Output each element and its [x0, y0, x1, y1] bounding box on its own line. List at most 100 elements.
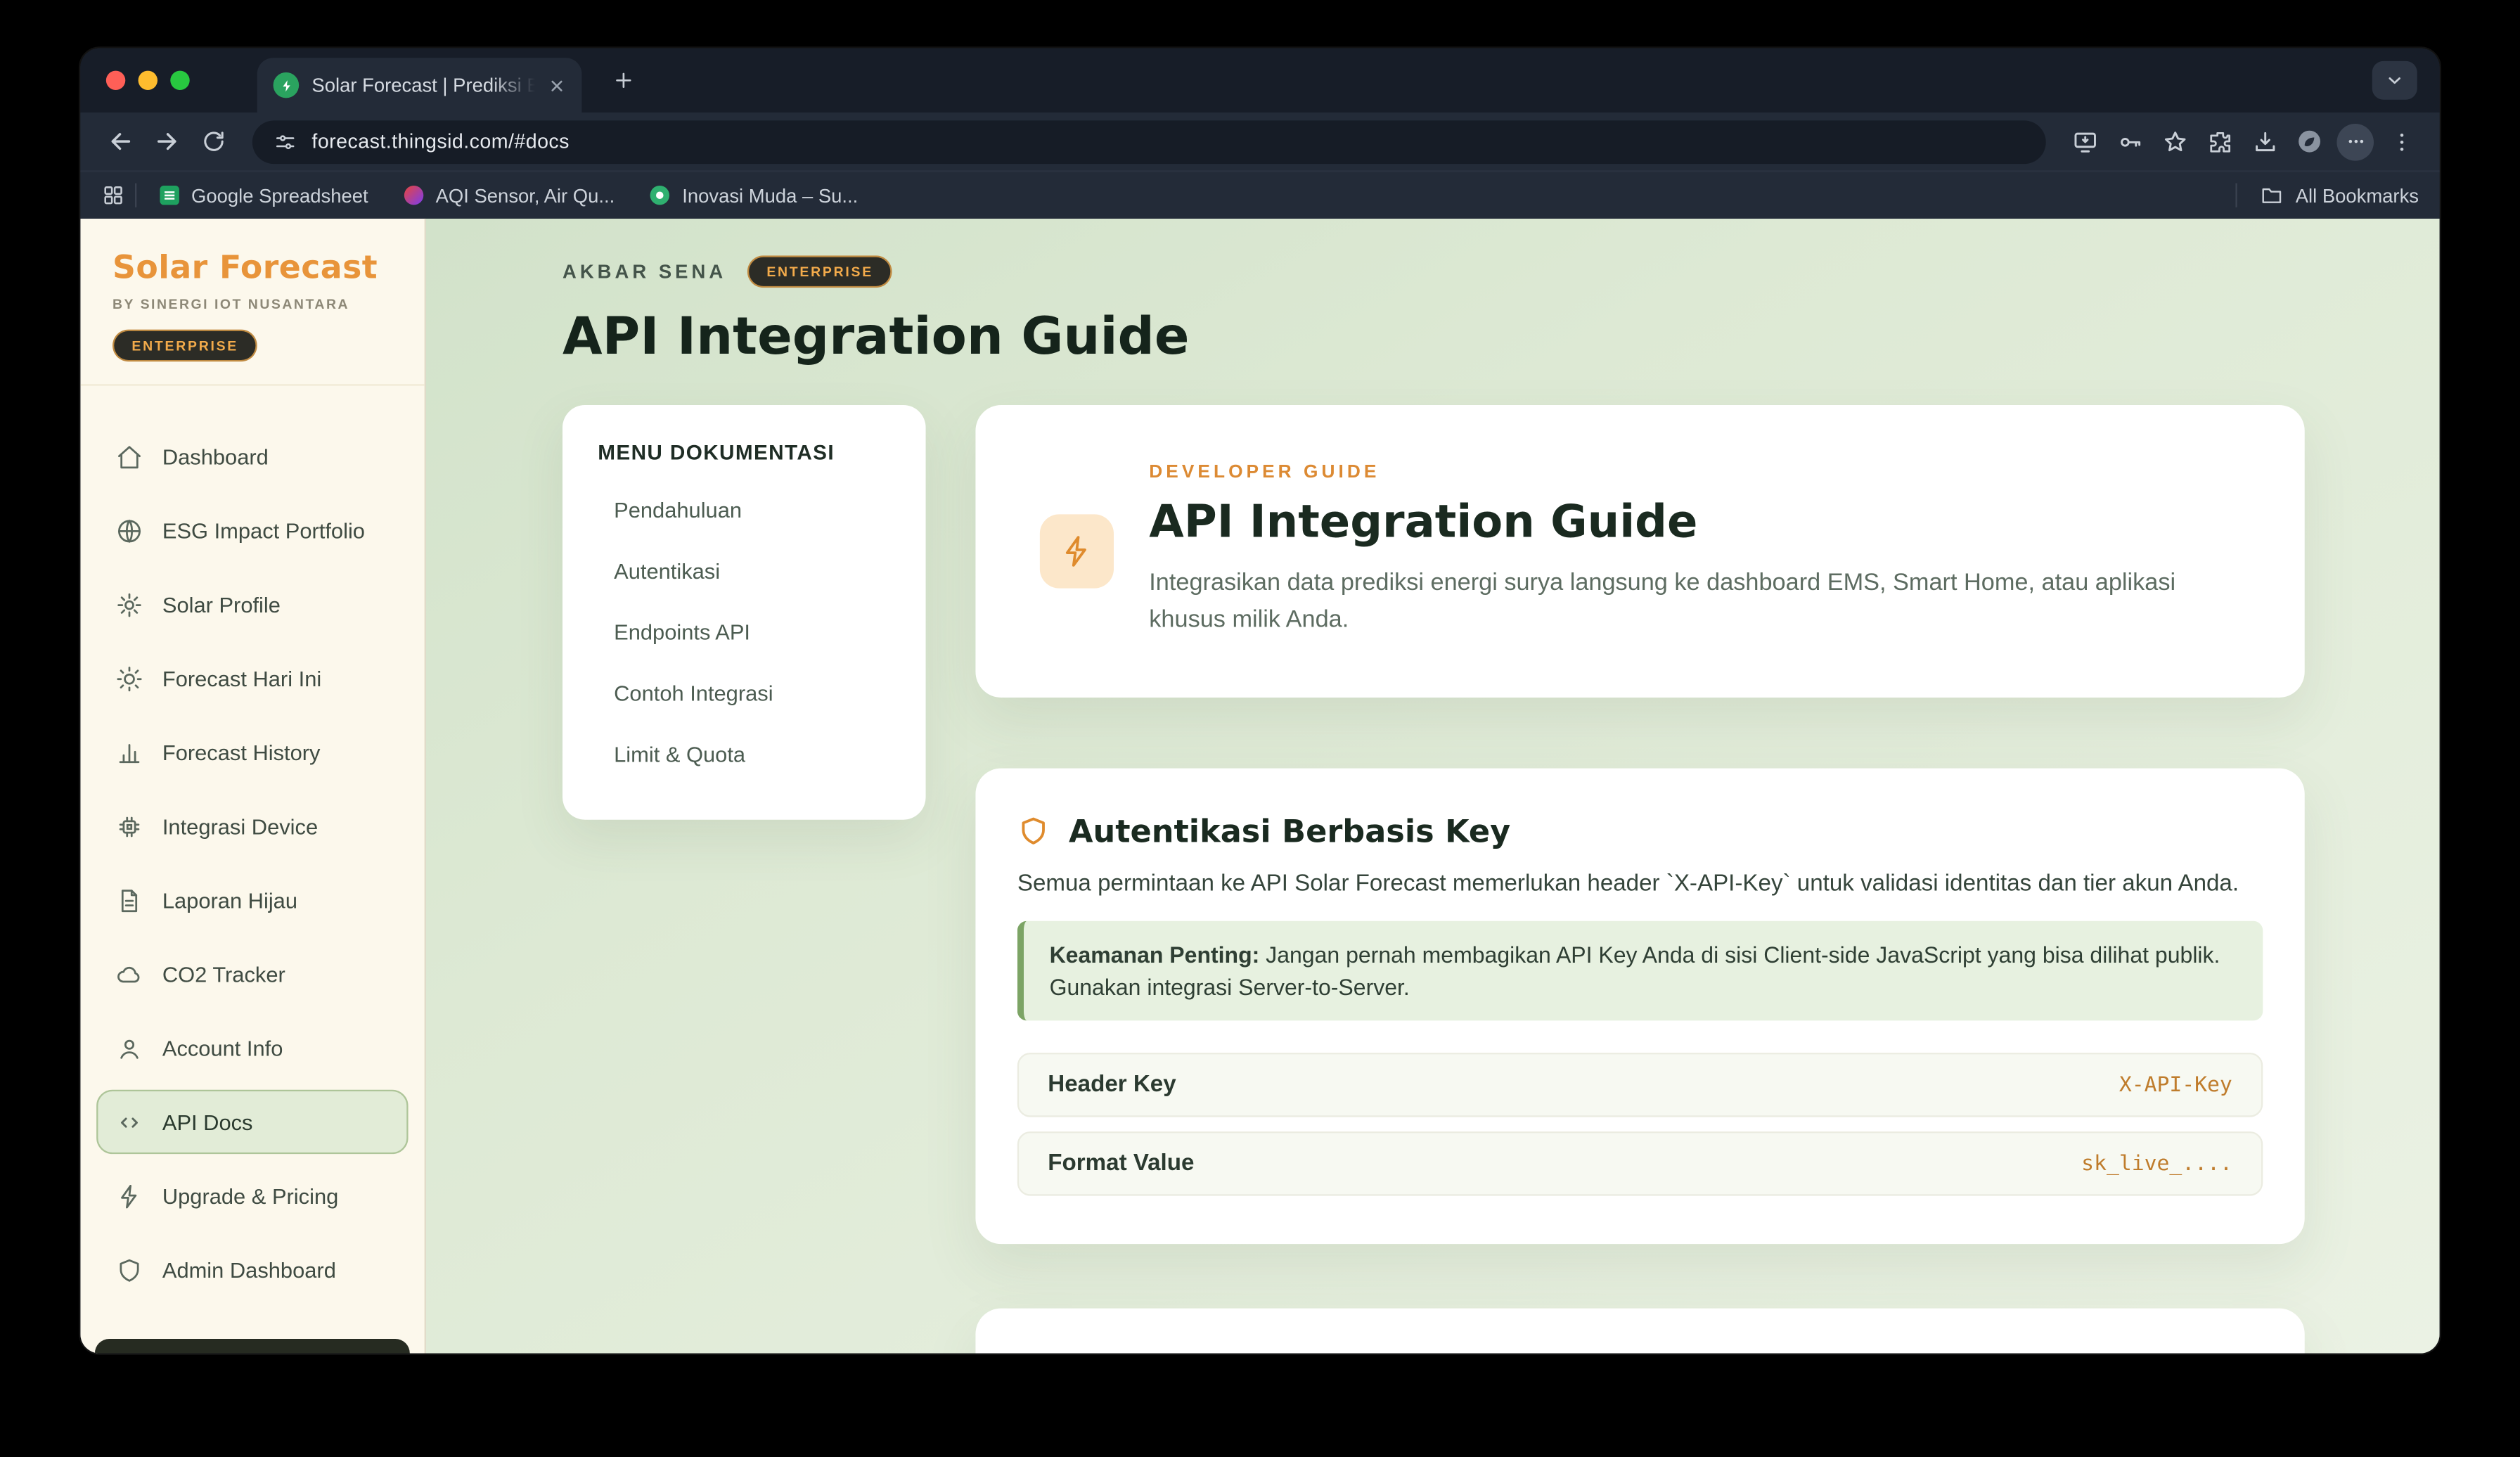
user-icon — [116, 1034, 143, 1062]
cloud-icon — [116, 961, 143, 988]
doc-menu-item-pendahuluan[interactable]: Pendahuluan — [598, 479, 890, 540]
sidebar-item-api-docs[interactable]: API Docs — [96, 1090, 408, 1154]
address-bar[interactable]: forecast.thingsid.com/#docs — [252, 120, 2046, 163]
sidebar-item-forecast-hari-ini[interactable]: Forecast Hari Ini — [96, 646, 408, 710]
sidebar-item-label: Admin Dashboard — [162, 1258, 336, 1282]
tab-search-button[interactable] — [2372, 61, 2417, 100]
install-app-button[interactable] — [2062, 118, 2107, 165]
bookmark-aqi-sensor[interactable]: AQI Sensor, Air Qu... — [404, 184, 615, 207]
page-title: API Integration Guide — [562, 305, 2305, 366]
doc-menu-item-endpoints-api[interactable]: Endpoints API — [598, 601, 890, 662]
browser-tab[interactable]: Solar Forecast | Prediksi Ener — [257, 58, 582, 113]
url-text: forecast.thingsid.com/#docs — [311, 130, 569, 153]
downloads-button[interactable] — [2242, 118, 2287, 165]
tab-favicon — [274, 72, 300, 98]
doc-menu-item-contoh-integrasi[interactable]: Contoh Integrasi — [598, 662, 890, 724]
zoom-window-button[interactable] — [170, 71, 189, 90]
passwords-button[interactable] — [2107, 118, 2152, 165]
bookmark-label: AQI Sensor, Air Qu... — [436, 184, 615, 207]
sidebar-item-co2-tracker[interactable]: CO2 Tracker — [96, 942, 408, 1006]
kebab-menu-icon — [2389, 129, 2413, 153]
lightning-badge — [1040, 514, 1114, 588]
install-monitor-icon — [2071, 128, 2098, 155]
tab-close-button[interactable] — [548, 77, 565, 94]
sidebar-item-label: Forecast Hari Ini — [162, 666, 321, 690]
sidebar-item-label: API Docs — [162, 1110, 253, 1134]
doc-menu-item-autentikasi[interactable]: Autentikasi — [598, 540, 890, 601]
browser-window: Solar Forecast | Prediksi Ener — [80, 49, 2439, 1354]
code-icon — [116, 1108, 143, 1136]
sidebar-item-label: Account Info — [162, 1036, 283, 1060]
docs-menu-card: MENU DOKUMENTASI Pendahuluan Autentikasi… — [562, 405, 926, 820]
sidebar-item-upgrade-pricing[interactable]: Upgrade & Pricing — [96, 1164, 408, 1228]
bookmark-page-button[interactable] — [2152, 118, 2197, 165]
sidebar-item-esg-impact-portfolio[interactable]: ESG Impact Portfolio — [96, 499, 408, 563]
profile-dots-icon — [2346, 131, 2365, 150]
puzzle-icon — [2206, 128, 2233, 155]
close-window-button[interactable] — [106, 71, 125, 90]
hero-title: API Integration Guide — [1149, 495, 2225, 548]
reload-button[interactable] — [190, 118, 236, 165]
enterprise-badge: ENTERPRISE — [112, 330, 257, 362]
sidebar-item-dashboard[interactable]: Dashboard — [96, 424, 408, 488]
minimize-window-button[interactable] — [139, 71, 158, 90]
leaf-badge-icon — [2295, 127, 2324, 156]
auth-description: Semua permintaan ke API Solar Forecast m… — [1017, 871, 2263, 897]
document-icon — [116, 887, 143, 914]
arrow-left-icon — [105, 127, 134, 156]
doc-menu-item-limit-quota[interactable]: Limit & Quota — [598, 724, 890, 785]
sidebar-item-integrasi-device[interactable]: Integrasi Device — [96, 794, 408, 858]
aqi-site-icon — [404, 185, 425, 206]
sidebar-item-label: Upgrade & Pricing — [162, 1183, 338, 1207]
sun-bolt-icon — [279, 78, 294, 93]
kv-label: Format Value — [1048, 1151, 1194, 1177]
docs-menu-list: Pendahuluan Autentikasi Endpoints API Co… — [598, 479, 890, 784]
callout-strong: Keamanan Penting: — [1050, 941, 1260, 967]
star-icon — [2161, 128, 2188, 155]
profile-avatar[interactable] — [2336, 123, 2374, 160]
bar-chart-icon — [116, 738, 143, 766]
gear-icon — [116, 591, 143, 618]
sidebar-item-laporan-hijau[interactable]: Laporan Hijau — [96, 868, 408, 932]
download-icon — [2251, 128, 2278, 155]
extensions-button[interactable] — [2197, 118, 2242, 165]
sidebar-item-label: Solar Profile — [162, 592, 281, 616]
chevron-down-icon — [2385, 71, 2404, 90]
apps-grid-button[interactable] — [101, 184, 125, 207]
key-icon — [2116, 128, 2143, 155]
hero-eyebrow: DEVELOPER GUIDE — [1149, 463, 2225, 482]
lightning-icon — [116, 1182, 143, 1209]
bookmark-label: Google Spreadsheet — [191, 184, 368, 207]
inovasi-site-icon — [650, 185, 671, 206]
adblock-extension-button[interactable] — [2287, 118, 2332, 165]
all-bookmarks-button[interactable]: All Bookmarks — [2236, 184, 2419, 207]
forward-button[interactable] — [143, 118, 189, 165]
next-section-card — [975, 1309, 2304, 1354]
auth-section-card: Autentikasi Berbasis Key Semua permintaa… — [975, 767, 2304, 1244]
sidebar-item-solar-profile[interactable]: Solar Profile — [96, 572, 408, 636]
enterprise-badge: ENTERPRISE — [747, 255, 892, 288]
bookmarks-bar: Google Spreadsheet AQI Sensor, Air Qu...… — [80, 170, 2439, 219]
back-button[interactable] — [96, 118, 143, 165]
all-bookmarks-label: All Bookmarks — [2296, 184, 2419, 207]
bookmark-google-spreadsheet[interactable]: Google Spreadsheet — [159, 184, 368, 207]
page-content: Solar Forecast BY SINERGI IOT NUSANTARA … — [80, 219, 2439, 1354]
reload-icon — [200, 129, 226, 155]
home-icon — [116, 443, 143, 470]
shield-icon — [116, 1256, 143, 1283]
sidebar-item-label: Integrasi Device — [162, 814, 318, 838]
browser-menu-button[interactable] — [2379, 118, 2424, 165]
bookmark-inovasi-muda[interactable]: Inovasi Muda – Su... — [650, 184, 859, 207]
developer-guide-card: DEVELOPER GUIDE API Integration Guide In… — [975, 405, 2304, 697]
sidebar-item-forecast-history[interactable]: Forecast History — [96, 720, 408, 784]
close-icon — [548, 77, 565, 94]
app-sidebar: Solar Forecast BY SINERGI IOT NUSANTARA … — [80, 219, 425, 1354]
new-tab-button[interactable] — [601, 58, 646, 103]
sidebar-item-label: Laporan Hijau — [162, 888, 297, 912]
main-area: AKBAR SENA ENTERPRISE API Integration Gu… — [426, 219, 2440, 1354]
sidebar-item-admin-dashboard[interactable]: Admin Dashboard — [96, 1238, 408, 1302]
screen: Solar Forecast | Prediksi Ener — [0, 0, 2520, 1457]
chip-icon — [116, 812, 143, 840]
sidebar-item-account-info[interactable]: Account Info — [96, 1016, 408, 1080]
auth-section-title: Autentikasi Berbasis Key — [1069, 812, 1510, 849]
